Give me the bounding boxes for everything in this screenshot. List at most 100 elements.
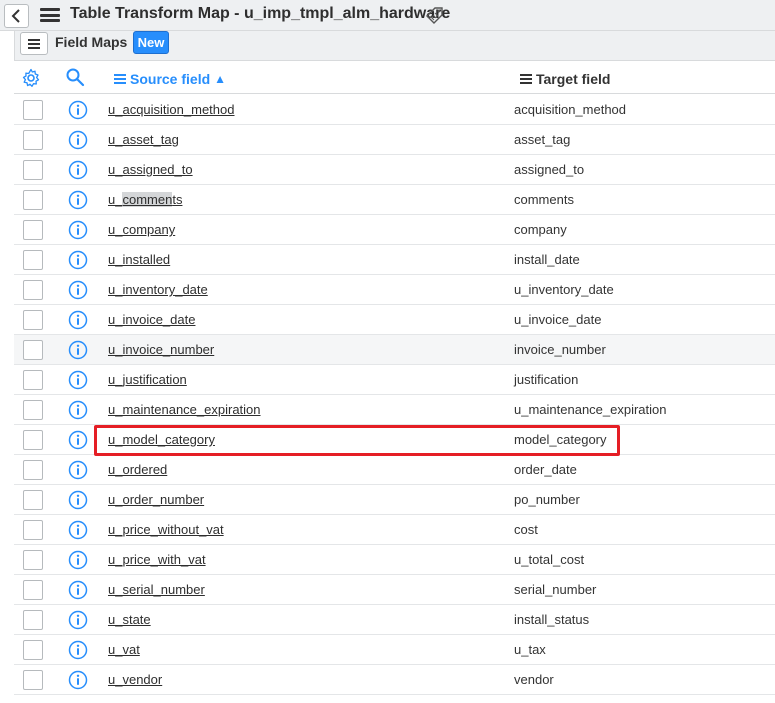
table-row[interactable]: u_assigned_to assigned_to — [14, 155, 775, 185]
table-row[interactable]: u_price_without_vat cost — [14, 515, 775, 545]
row-checkbox[interactable] — [23, 550, 43, 570]
gear-icon[interactable] — [21, 68, 41, 88]
table-row[interactable]: u_invoice_date u_invoice_date — [14, 305, 775, 335]
info-icon[interactable] — [68, 250, 88, 270]
source-field-link[interactable]: u_company — [108, 222, 175, 237]
info-icon[interactable] — [68, 100, 88, 120]
list-title: Field Maps — [55, 34, 128, 50]
source-field-link[interactable]: u_installed — [108, 252, 170, 267]
source-field-link[interactable]: u_vendor — [108, 672, 162, 687]
row-checkbox[interactable] — [23, 310, 43, 330]
table-row[interactable]: u_order_number po_number — [14, 485, 775, 515]
info-icon[interactable] — [68, 130, 88, 150]
target-field-value: u_maintenance_expiration — [514, 402, 667, 417]
info-icon[interactable] — [68, 280, 88, 300]
table-row[interactable]: u_asset_tag asset_tag — [14, 125, 775, 155]
info-icon[interactable] — [68, 370, 88, 390]
row-checkbox[interactable] — [23, 100, 43, 120]
source-field-link[interactable]: u_maintenance_expiration — [108, 402, 261, 417]
source-field-link[interactable]: u_order_number — [108, 492, 204, 507]
source-field-link[interactable]: u_inventory_date — [108, 282, 208, 297]
source-field-link[interactable]: u_model_category — [108, 432, 215, 447]
chevron-left-icon — [11, 9, 20, 23]
source-field-link[interactable]: u_invoice_date — [108, 312, 195, 327]
source-field-link[interactable]: u_asset_tag — [108, 132, 179, 147]
info-icon[interactable] — [68, 190, 88, 210]
info-icon[interactable] — [68, 640, 88, 660]
row-checkbox[interactable] — [23, 190, 43, 210]
row-checkbox[interactable] — [23, 220, 43, 240]
field-map-list: u_acquisition_method acquisition_method u_… — [14, 95, 775, 695]
hamburger-icon[interactable] — [40, 7, 60, 23]
row-checkbox[interactable] — [23, 520, 43, 540]
row-checkbox[interactable] — [23, 670, 43, 690]
search-icon[interactable] — [65, 67, 85, 87]
info-icon[interactable] — [68, 340, 88, 360]
row-checkbox[interactable] — [23, 250, 43, 270]
new-button[interactable]: New — [133, 31, 169, 54]
list-menu-button[interactable] — [20, 32, 48, 55]
info-icon[interactable] — [68, 490, 88, 510]
column-menu-icon[interactable] — [114, 74, 126, 84]
source-field-link[interactable]: u_invoice_number — [108, 342, 214, 357]
table-row[interactable]: u_company company — [14, 215, 775, 245]
source-field-link[interactable]: u_serial_number — [108, 582, 205, 597]
info-icon[interactable] — [68, 430, 88, 450]
source-field-link[interactable]: u_price_with_vat — [108, 552, 206, 567]
back-button[interactable] — [4, 4, 29, 28]
info-icon[interactable] — [68, 460, 88, 480]
source-field-label: Source field — [130, 71, 211, 87]
info-icon[interactable] — [68, 220, 88, 240]
source-field-link[interactable]: u_vat — [108, 642, 140, 657]
row-checkbox[interactable] — [23, 400, 43, 420]
source-field-link[interactable]: u_state — [108, 612, 151, 627]
table-row[interactable]: u_acquisition_method acquisition_method — [14, 95, 775, 125]
source-field-link[interactable]: u_ordered — [108, 462, 167, 477]
row-checkbox[interactable] — [23, 640, 43, 660]
page-title: Table Transform Map - u_imp_tmpl_alm_har… — [70, 5, 451, 22]
table-row[interactable]: u_vendor vendor — [14, 665, 775, 695]
source-field-link[interactable]: u_assigned_to — [108, 162, 193, 177]
table-row[interactable]: u_price_with_vat u_total_cost — [14, 545, 775, 575]
info-icon[interactable] — [68, 400, 88, 420]
table-row[interactable]: u_maintenance_expiration u_maintenance_ex… — [14, 395, 775, 425]
table-row[interactable]: u_ordered order_date — [14, 455, 775, 485]
tag-icon[interactable] — [424, 4, 446, 26]
info-icon[interactable] — [68, 550, 88, 570]
table-row[interactable]: u_model_category model_category — [14, 425, 775, 455]
table-row[interactable]: u_serial_number serial_number — [14, 575, 775, 605]
table-row[interactable]: u_vat u_tax — [14, 635, 775, 665]
row-checkbox[interactable] — [23, 460, 43, 480]
source-field-link[interactable]: u_acquisition_method — [108, 102, 235, 117]
target-field-value: justification — [514, 372, 579, 387]
info-icon[interactable] — [68, 310, 88, 330]
info-icon[interactable] — [68, 670, 88, 690]
source-field-link[interactable]: u_comments — [108, 192, 182, 207]
info-icon[interactable] — [68, 520, 88, 540]
row-checkbox[interactable] — [23, 430, 43, 450]
table-row[interactable]: u_inventory_date u_inventory_date — [14, 275, 775, 305]
source-field-column-header[interactable]: Source field ▲ — [114, 71, 226, 87]
row-checkbox[interactable] — [23, 130, 43, 150]
table-row[interactable]: u_justification justification — [14, 365, 775, 395]
target-field-column-header[interactable]: Target field — [520, 71, 610, 87]
info-icon[interactable] — [68, 580, 88, 600]
row-checkbox[interactable] — [23, 610, 43, 630]
table-row[interactable]: u_state install_status — [14, 605, 775, 635]
row-checkbox[interactable] — [23, 490, 43, 510]
info-icon[interactable] — [68, 160, 88, 180]
row-checkbox[interactable] — [23, 580, 43, 600]
row-checkbox[interactable] — [23, 160, 43, 180]
row-checkbox[interactable] — [23, 340, 43, 360]
info-icon[interactable] — [68, 610, 88, 630]
table-row[interactable]: u_invoice_number invoice_number — [14, 335, 775, 365]
target-field-value: install_date — [514, 252, 580, 267]
row-checkbox[interactable] — [23, 370, 43, 390]
source-field-link[interactable]: u_price_without_vat — [108, 522, 224, 537]
table-row[interactable]: u_installed install_date — [14, 245, 775, 275]
table-row[interactable]: u_comments comments — [14, 185, 775, 215]
source-field-link[interactable]: u_justification — [108, 372, 187, 387]
column-menu-icon[interactable] — [520, 74, 532, 84]
target-field-value: acquisition_method — [514, 102, 627, 117]
row-checkbox[interactable] — [23, 280, 43, 300]
